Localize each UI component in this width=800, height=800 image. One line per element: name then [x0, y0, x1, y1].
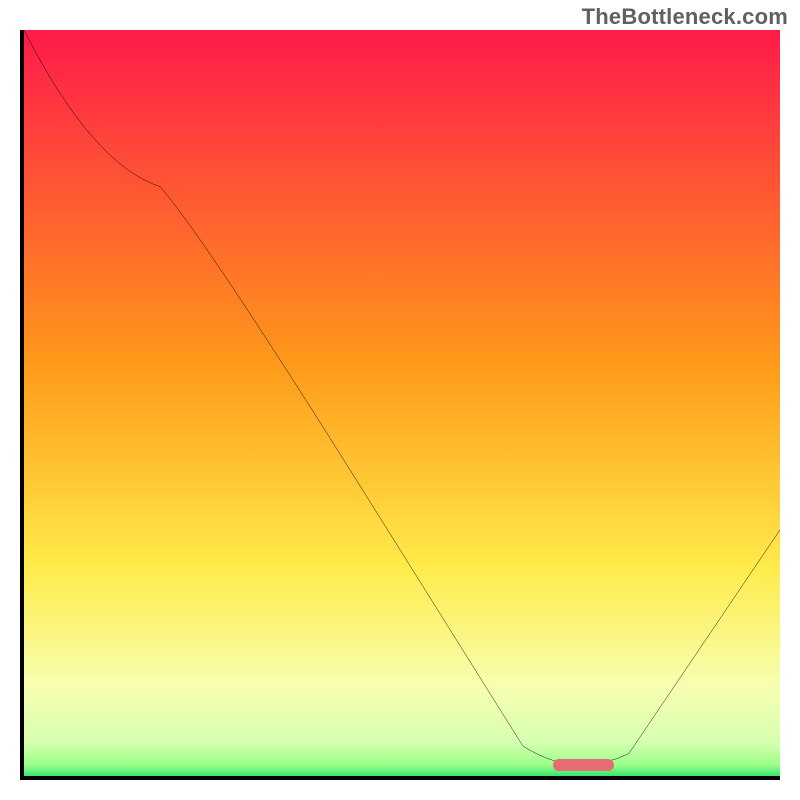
- bottleneck-curve: [24, 30, 780, 776]
- optimal-zone-marker: [553, 759, 613, 771]
- plot-area: [20, 30, 780, 780]
- chart-container: TheBottleneck.com: [0, 0, 800, 800]
- watermark-label: TheBottleneck.com: [582, 4, 788, 30]
